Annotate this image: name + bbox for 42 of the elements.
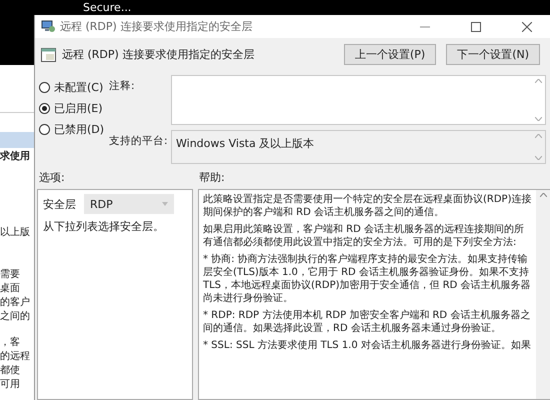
text-fragment: ，客 [0,336,21,350]
policy-icon [41,48,56,62]
scroll-up-icon[interactable] [534,134,542,138]
help-paragraph: 此策略设置指定是否需要使用一个特定的安全层在远程桌面协议(RDP)连接期间保护的客户端和 RD 会话主机服务器之间的通信。 [203,193,532,219]
setting-title: 远程 (RDP) 连接要求使用指定的安全层 [62,47,256,62]
help-paragraph: * RDP: RDP 方法使用本机 RDP 加密安全客户端和 RD 会话主机服务器之间的通信。如果选择此设置，RD 会话主机服务器未通过身份验证。 [203,309,532,335]
navigation-button[interactable]: 下一个设置(N) [446,44,540,65]
text-fragment: 的远程 [0,350,31,364]
close-icon[interactable] [522,22,532,32]
help-paragraph: 如果启用此策略设置，客户端和 RD 会话主机服务器的远程连接期间的所有通信都必须都使用此设置中指定的安全方法。可用的是下列安全方法: [203,223,526,249]
section-label: 帮助: [199,170,226,184]
text-fragment: 都使 [0,364,21,378]
scroll-down-icon[interactable] [534,156,542,160]
security-layer-dropdown[interactable]: RDP [84,194,174,214]
text-fragment: 求使用 [0,150,31,164]
section-label: 选项: [39,170,65,184]
radio-option[interactable]: 已启用(E) [39,101,103,116]
text-fragment: 桌面 [0,282,21,296]
text-fragment: 需要 [0,268,21,282]
computer-icon [41,20,55,33]
hint-text: 从下拉列表选择安全层。 [43,219,165,234]
field-label: 注释: [109,79,136,94]
text-fragment: 之间的 [0,310,31,324]
radio-option[interactable]: 未配置(C) [39,80,104,95]
platform-value: Windows Vista 及以上版本 [176,136,314,151]
text-fragment: 的客户 [0,296,31,310]
help-paragraph: * SSL: SSL 方法要求使用 TLS 1.0 对会话主机服务器进行身份验证。如果 [203,339,532,352]
navigation-button[interactable]: 上一个设置(P) [344,44,436,65]
text-fragment: 可用 [0,378,21,392]
maximize-icon[interactable] [471,22,481,32]
field-label: 支持的平台: [109,134,169,149]
window-caption: Secure... [83,1,132,14]
dropdown-label: 安全层 [43,196,76,212]
help-paragraph: * 协商: 协商方法强制执行的客户端程序支持的最安全方法。如果支持传输层安全(TLS)版本 1.0，它用于 RD 会话主机服务器验证身份。如果不支持 TLS，本地远程桌面协议(RDP)加密用于安全通信，但 RD 会话主机服务器尚未进行身份验证。 [203,253,532,305]
text-fragment: 以上版 [0,226,31,240]
comment-field[interactable] [171,75,546,125]
window-title: 远程 (RDP) 连接要求使用指定的安全层 [60,19,254,34]
caret-icon [162,202,168,206]
radio-option[interactable]: 已禁用(D) [39,122,104,137]
scroll-down-icon[interactable] [534,117,542,121]
scroll-up-icon[interactable] [534,79,542,83]
scroll-up-icon[interactable] [540,193,546,197]
